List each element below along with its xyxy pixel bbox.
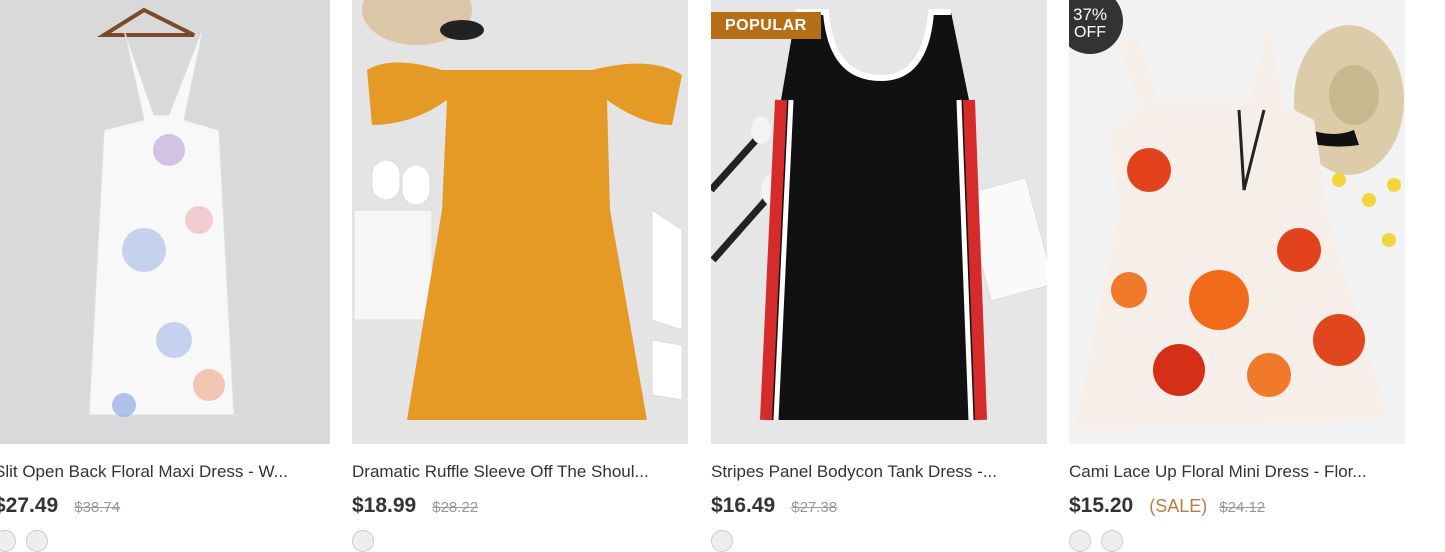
price-row: $15.20 (SALE) $24.12 xyxy=(1069,494,1265,518)
product-price: $27.49 xyxy=(0,494,59,517)
price-row: $16.49 $27.38 xyxy=(711,494,837,518)
orange-off-shoulder-dress-image xyxy=(352,0,688,444)
product-title[interactable]: Dramatic Ruffle Sleeve Off The Shoul... xyxy=(352,462,688,482)
black-stripe-tank-dress-image xyxy=(711,0,1047,444)
original-price: $38.74 xyxy=(74,499,121,516)
color-swatches xyxy=(0,530,48,552)
color-swatches xyxy=(1069,530,1123,552)
price-row: $18.99 $28.22 xyxy=(352,494,478,518)
product-price: $18.99 xyxy=(352,494,417,517)
product-title[interactable]: Stripes Panel Bodycon Tank Dress -... xyxy=(711,462,1047,482)
product-title[interactable]: Cami Lace Up Floral Mini Dress - Flor... xyxy=(1069,462,1405,482)
color-swatches xyxy=(352,530,374,552)
color-swatch[interactable] xyxy=(26,530,48,552)
product-card[interactable]: 37% OFF Cami Lace Up Floral Mini Dress -… xyxy=(1069,0,1405,552)
color-swatches xyxy=(711,530,733,552)
white-floral-maxi-dress-image xyxy=(0,0,330,444)
original-price: $28.22 xyxy=(432,499,479,516)
product-image[interactable] xyxy=(352,0,688,444)
product-card[interactable]: Slit Open Back Floral Maxi Dress - W... … xyxy=(0,0,330,552)
floral-cami-mini-dress-image xyxy=(1069,0,1405,444)
color-swatch[interactable] xyxy=(352,530,374,552)
original-price: $27.38 xyxy=(791,499,838,516)
price-row: $27.49 $38.74 xyxy=(0,494,120,518)
product-card[interactable]: Dramatic Ruffle Sleeve Off The Shoul... … xyxy=(352,0,688,552)
product-title[interactable]: Slit Open Back Floral Maxi Dress - W... xyxy=(0,462,330,482)
color-swatch[interactable] xyxy=(0,530,16,552)
color-swatch[interactable] xyxy=(711,530,733,552)
discount-label: OFF xyxy=(1074,24,1106,41)
popular-badge: POPULAR xyxy=(711,12,821,39)
product-card[interactable]: POPULAR Stripes Panel Bodycon Tank Dress… xyxy=(711,0,1047,552)
sale-label: (SALE) xyxy=(1149,496,1208,516)
product-image[interactable]: POPULAR xyxy=(711,0,1047,444)
product-price: $16.49 xyxy=(711,494,776,517)
product-price: $15.20 xyxy=(1069,494,1134,517)
color-swatch[interactable] xyxy=(1069,530,1091,552)
product-image[interactable]: 37% OFF xyxy=(1069,0,1405,444)
color-swatch[interactable] xyxy=(1101,530,1123,552)
discount-percent: 37% xyxy=(1072,5,1108,24)
original-price: $24.12 xyxy=(1219,499,1266,516)
product-image[interactable] xyxy=(0,0,330,444)
